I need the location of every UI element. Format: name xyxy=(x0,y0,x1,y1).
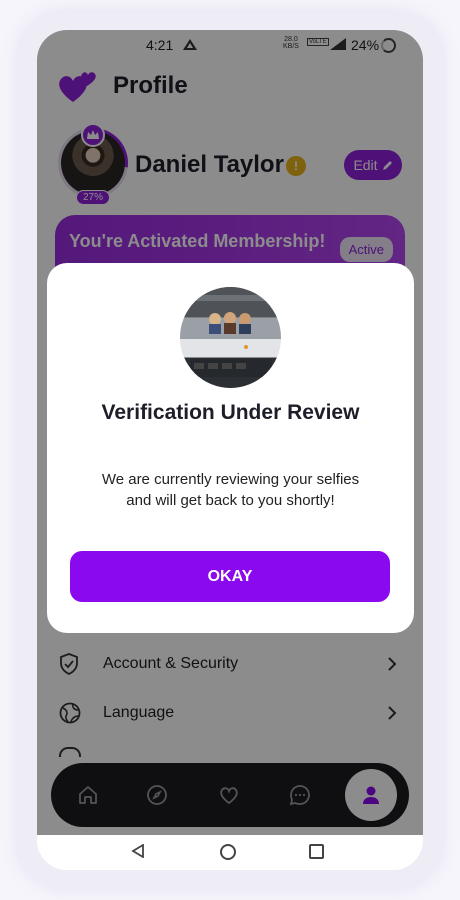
system-nav-bar xyxy=(37,835,423,870)
home-circle-icon[interactable] xyxy=(220,844,236,860)
okay-button[interactable]: OKAY xyxy=(70,551,390,602)
figurines-photo xyxy=(180,287,281,377)
back-triangle-icon[interactable] xyxy=(131,844,145,858)
verification-dialog: Verification Under Review We are current… xyxy=(47,263,414,633)
dialog-message: We are currently reviewing your selfies … xyxy=(101,471,360,509)
phone-screen: 4:21 28.0 KB/S VoLTE 24% Profile 27% Dan… xyxy=(37,30,423,870)
recent-apps-icon[interactable] xyxy=(309,844,324,859)
dialog-title: Verification Under Review xyxy=(101,401,360,424)
verification-image xyxy=(180,287,281,388)
